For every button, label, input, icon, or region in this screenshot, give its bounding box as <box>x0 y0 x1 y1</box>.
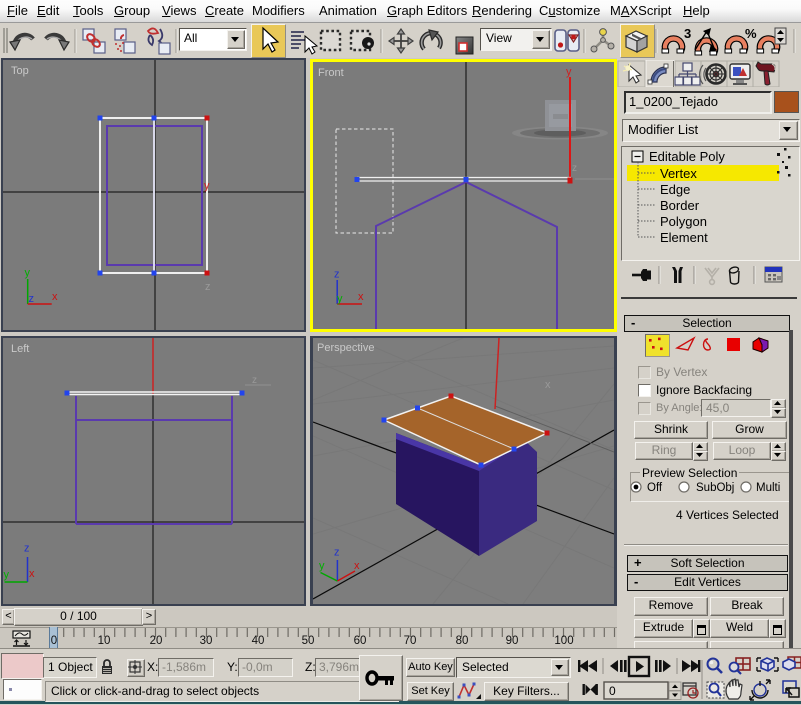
svg-text:z: z <box>29 293 35 305</box>
svg-text:y: y <box>204 180 210 192</box>
svg-text:10: 10 <box>98 635 111 647</box>
svg-text:Border: Border <box>660 198 700 213</box>
svg-text:SubObj: SubObj <box>696 482 734 494</box>
svg-text:40: 40 <box>252 635 265 647</box>
svg-text:x: x <box>358 291 364 303</box>
svg-text:60: 60 <box>354 635 367 647</box>
svg-text:Edge: Edge <box>660 182 690 197</box>
svg-text:50: 50 <box>302 635 315 647</box>
svg-text:90: 90 <box>506 635 519 647</box>
svg-text:Left: Left <box>11 343 29 355</box>
svg-text:z: z <box>205 281 211 293</box>
svg-text:x: x <box>354 560 360 572</box>
svg-text:y: y <box>337 293 343 305</box>
svg-text:z: z <box>24 543 30 555</box>
svg-text:z: z <box>334 269 340 281</box>
svg-text:%: % <box>745 26 757 41</box>
svg-text:Perspective: Perspective <box>317 342 374 354</box>
svg-text:Front: Front <box>318 67 344 79</box>
svg-text:80: 80 <box>456 635 469 647</box>
svg-text:3: 3 <box>684 26 691 41</box>
svg-text:y: y <box>25 267 31 279</box>
svg-text:Off: Off <box>647 482 663 494</box>
svg-text:Vertex: Vertex <box>660 166 697 181</box>
svg-text:x: x <box>545 379 551 391</box>
svg-text:Polygon: Polygon <box>660 214 707 229</box>
svg-text:30: 30 <box>200 635 213 647</box>
svg-text:0: 0 <box>609 684 616 698</box>
svg-text:Top: Top <box>11 65 29 77</box>
svg-text:Editable Poly: Editable Poly <box>649 149 725 164</box>
svg-text:y: y <box>319 560 325 572</box>
svg-text:20: 20 <box>150 635 163 647</box>
svg-text:z: z <box>252 375 257 386</box>
svg-text:0: 0 <box>51 635 57 647</box>
svg-text:Element: Element <box>660 230 708 245</box>
svg-text:100: 100 <box>554 635 573 647</box>
svg-text:z: z <box>334 547 340 559</box>
svg-text:Multi: Multi <box>756 482 780 494</box>
svg-text:x: x <box>29 568 35 580</box>
svg-text:x: x <box>52 291 58 303</box>
svg-text:y: y <box>4 569 10 581</box>
svg-text:z: z <box>572 163 577 174</box>
svg-text:y: y <box>566 66 572 78</box>
svg-text:70: 70 <box>404 635 417 647</box>
